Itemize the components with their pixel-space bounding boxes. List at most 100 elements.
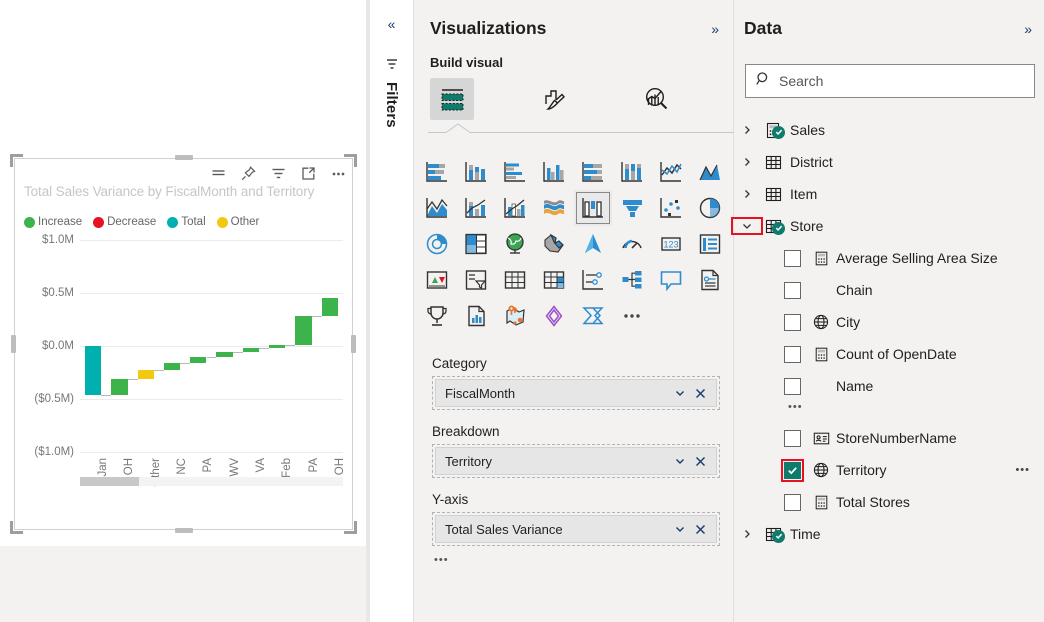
viz-type-power-automate-visual-icon[interactable] [574, 298, 612, 334]
table-row-item[interactable]: Item [734, 178, 1044, 210]
table-row-sales[interactable]: Sales [734, 114, 1044, 146]
waterfall-bar[interactable] [322, 298, 338, 317]
viz-type-kpi-icon[interactable] [418, 262, 456, 298]
viz-type-key-influencers-icon[interactable] [652, 262, 690, 298]
viz-type-stacked-column-chart-icon[interactable] [457, 154, 495, 190]
waterfall-bar[interactable] [269, 345, 285, 347]
filter-applied-icon[interactable] [210, 165, 227, 182]
format-visual-tab[interactable] [532, 78, 576, 120]
viz-type-scatter-chart-icon[interactable] [652, 190, 690, 226]
waterfall-bar[interactable] [111, 379, 127, 395]
viz-type-funnel-chart-icon[interactable] [613, 190, 651, 226]
waterfall-visual[interactable]: Total Sales Variance by FiscalMonth and … [14, 158, 353, 530]
viz-type-waterfall-chart-icon[interactable] [574, 190, 612, 226]
viz-type-paginated-report-icon[interactable] [691, 262, 729, 298]
field-row-chain[interactable]: Chain [734, 274, 1044, 306]
legend-item-other[interactable]: Other [217, 216, 260, 228]
viz-type-card-icon[interactable]: 123 [652, 226, 690, 262]
more-options-icon[interactable] [330, 165, 347, 182]
legend-item-total[interactable]: Total [167, 216, 205, 228]
field-chip[interactable]: Territory [435, 447, 717, 475]
viz-type-decomposition-tree-icon[interactable] [613, 262, 651, 298]
pin-icon[interactable] [240, 165, 257, 182]
resize-handle-top[interactable] [175, 155, 193, 160]
resize-handle-bottom-left[interactable] [10, 521, 23, 534]
field-chip[interactable]: FiscalMonth [435, 379, 717, 407]
expand-collapse-time-icon[interactable] [734, 528, 760, 540]
viz-type-ribbon-chart-icon[interactable] [535, 190, 573, 226]
viz-type-stacked-bar-chart-icon[interactable] [418, 154, 456, 190]
viz-type-stacked-area-chart-icon[interactable] [418, 190, 456, 226]
waterfall-bar[interactable] [190, 357, 206, 363]
chevron-down-icon[interactable] [670, 519, 690, 539]
search-input[interactable]: Search [745, 64, 1035, 98]
viz-type-table-icon[interactable] [496, 262, 534, 298]
viz-type-arcgis-map-icon[interactable] [496, 298, 534, 334]
table-row-time[interactable]: Time [734, 518, 1044, 550]
viz-type-slicer-icon[interactable] [457, 262, 495, 298]
field-row-territory[interactable]: Territory••• [734, 454, 1044, 486]
field-checkbox[interactable] [784, 462, 801, 479]
viz-type-narrative-icon[interactable] [418, 298, 456, 334]
viz-type-gauge-chart-icon[interactable] [613, 226, 651, 262]
legend-item-increase[interactable]: Increase [24, 216, 82, 228]
wells-more-options-icon[interactable]: ••• [434, 556, 734, 564]
field-checkbox[interactable] [784, 494, 801, 511]
remove-field-icon[interactable] [690, 519, 710, 539]
viz-type-clustered-column-chart-icon[interactable] [535, 154, 573, 190]
field-chip[interactable]: Total Sales Variance [435, 515, 717, 543]
build-visual-tab[interactable] [430, 78, 474, 120]
focus-mode-icon[interactable] [300, 165, 317, 182]
field-checkbox[interactable] [784, 314, 801, 331]
waterfall-bar[interactable] [216, 352, 232, 357]
viz-type-more-visuals-icon[interactable] [613, 298, 651, 334]
fields-more-indicator[interactable]: ••• [734, 402, 1044, 422]
resize-handle-bottom-right[interactable] [344, 521, 357, 534]
field-checkbox[interactable] [784, 430, 801, 447]
viz-type-line-chart-icon[interactable] [652, 154, 690, 190]
field-row-count-of-opendate[interactable]: Count of OpenDate [734, 338, 1044, 370]
remove-field-icon[interactable] [690, 451, 710, 471]
viz-type-python-visual-icon[interactable] [457, 298, 495, 334]
collapse-filters-icon[interactable]: « [388, 17, 396, 31]
table-row-store[interactable]: Store [734, 210, 1044, 242]
viz-type-treemap-icon[interactable] [457, 226, 495, 262]
viz-type-area-chart-icon[interactable] [691, 154, 729, 190]
chevron-down-icon[interactable] [670, 383, 690, 403]
filter-icon[interactable] [270, 165, 287, 182]
expand-collapse-district-icon[interactable] [734, 156, 760, 168]
field-checkbox[interactable] [784, 378, 801, 395]
field-row-total-stores[interactable]: Total Stores [734, 486, 1044, 518]
field-row-city[interactable]: City [734, 306, 1044, 338]
waterfall-bar[interactable] [243, 348, 259, 352]
waterfall-bar[interactable] [164, 363, 180, 370]
viz-type-filled-map-icon[interactable] [535, 226, 573, 262]
field-checkbox[interactable] [784, 250, 801, 267]
viz-type-line-and-clustered-column-chart-icon[interactable] [496, 190, 534, 226]
waterfall-bar[interactable] [295, 316, 311, 345]
viz-type-line-and-stacked-column-chart-icon[interactable] [457, 190, 495, 226]
viz-type-clustered-bar-chart-icon[interactable] [496, 154, 534, 190]
viz-type-100-percent-stacked-column-chart-icon[interactable] [613, 154, 651, 190]
expand-data-icon[interactable]: » [1024, 22, 1032, 36]
viz-type-donut-chart-icon[interactable] [418, 226, 456, 262]
viz-type-100-percent-stacked-bar-chart-icon[interactable] [574, 154, 612, 190]
legend-item-decrease[interactable]: Decrease [93, 216, 156, 228]
chart-horizontal-scrollbar[interactable] [80, 477, 343, 486]
chart-scrollbar-thumb[interactable] [80, 477, 139, 486]
resize-handle-bottom[interactable] [175, 528, 193, 533]
table-row-district[interactable]: District [734, 146, 1044, 178]
viz-type-pie-chart-icon[interactable] [691, 190, 729, 226]
well-dropzone-category[interactable]: FiscalMonth [432, 376, 720, 410]
viz-type-map-icon[interactable] [496, 226, 534, 262]
viz-type-r-script-visual-icon[interactable] [574, 262, 612, 298]
remove-field-icon[interactable] [690, 383, 710, 403]
chevron-down-icon[interactable] [670, 451, 690, 471]
viz-type-matrix-icon[interactable] [535, 262, 573, 298]
field-row-storenumbername[interactable]: StoreNumberName [734, 422, 1044, 454]
expand-collapse-item-icon[interactable] [734, 188, 760, 200]
field-more-options-icon[interactable]: ••• [1015, 467, 1030, 473]
field-row-average-selling-area-size[interactable]: Average Selling Area Size [734, 242, 1044, 274]
viz-type-power-apps-visual-icon[interactable] [535, 298, 573, 334]
well-dropzone-y-axis[interactable]: Total Sales Variance [432, 512, 720, 546]
